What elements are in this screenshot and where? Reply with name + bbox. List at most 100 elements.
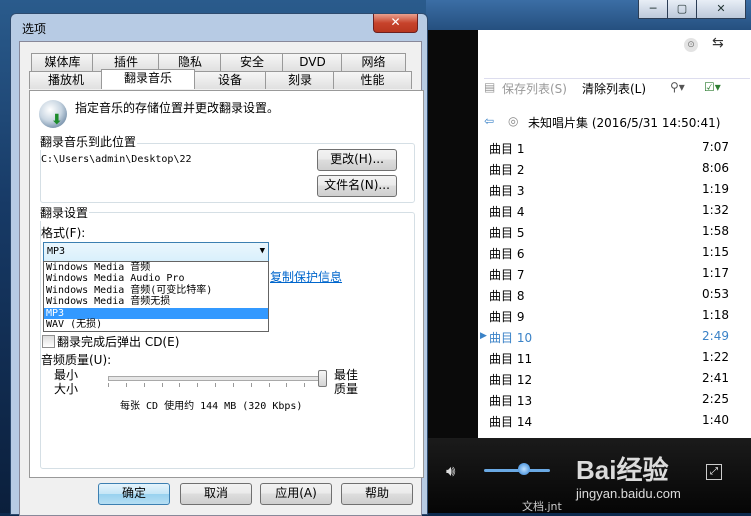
album-row[interactable]: ⇦ ◎ 未知唱片集 (2016/5/31 14:50:41)	[484, 114, 748, 132]
dialog-body: 媒体库 插件 隐私 安全 DVD 网络 播放机 翻录音乐 设备 刻录 性能 ⬇ …	[19, 41, 424, 516]
format-select-value: MP3	[47, 246, 66, 257]
tab-player[interactable]: 播放机	[29, 71, 103, 89]
track-row[interactable]: 曲目 11 1:22	[478, 348, 751, 369]
slider-tick	[304, 383, 306, 387]
eject-checkbox[interactable]	[42, 335, 55, 348]
now-playing-icon: ▶	[480, 331, 487, 341]
watermark-url: jingyan.baidu.com	[576, 486, 681, 501]
track-row[interactable]: 曲目 7 1:17	[478, 264, 751, 285]
media-player-window: ─ ▢ ✕ ⊙ ⇆ ▤ 保存列表(S) 清除列表(L) ⚲▾ ☑▾ ⇦ ◎ 未知…	[426, 0, 751, 513]
watermark: Bai经验 jingyan.baidu.com	[576, 450, 681, 501]
copy-protect-link[interactable]: 复制保护信息	[270, 268, 342, 285]
track-row[interactable]: 曲目 6 1:15	[478, 243, 751, 264]
slider-tick	[197, 383, 199, 387]
dialog-title-bar: 选项 ✕	[11, 14, 427, 40]
tab-security[interactable]: 安全	[220, 53, 284, 71]
track-row[interactable]: 曲目 2 8:06	[478, 159, 751, 180]
track-name: 曲目 6	[489, 247, 525, 261]
track-name: 曲目 12	[489, 373, 533, 387]
tab-dvd[interactable]: DVD	[282, 53, 343, 71]
tab-network[interactable]: 网络	[341, 53, 406, 71]
tab-rip-music[interactable]: 翻录音乐	[101, 69, 195, 89]
format-option[interactable]: Windows Media 音频(可变比特率)	[44, 285, 268, 296]
help-button[interactable]: 帮助	[341, 483, 413, 505]
options-dialog: 选项 ✕ 媒体库 插件 隐私 安全 DVD 网络 播放机 翻录音乐 设备 刻录 …	[10, 13, 428, 516]
tab-burn[interactable]: 刻录	[265, 71, 335, 89]
track-row[interactable]: 曲目 5 1:58	[478, 222, 751, 243]
format-select[interactable]: MP3 ▼	[43, 242, 269, 262]
player-close-button[interactable]: ✕	[696, 0, 746, 19]
switch-view-icon[interactable]: ⇆	[712, 35, 724, 51]
volume-knob[interactable]	[517, 463, 530, 475]
track-duration: 8:06	[702, 161, 729, 175]
volume-slider[interactable]	[484, 469, 550, 472]
change-location-button[interactable]: 更改(H)...	[317, 149, 397, 171]
slider-tick	[108, 383, 109, 387]
track-duration: 0:53	[702, 287, 729, 301]
volume-icon[interactable]: 🔊︎	[446, 462, 470, 480]
quality-slider-thumb[interactable]	[318, 370, 327, 387]
track-row[interactable]: 曲目 12 2:41	[478, 369, 751, 390]
slider-tick	[268, 383, 270, 387]
track-duration: 1:17	[702, 266, 729, 280]
track-row[interactable]: 曲目 13 2:25	[478, 390, 751, 411]
playlist-header: ⊙ ⇆	[478, 30, 751, 73]
search-icon[interactable]: ⊙	[684, 38, 698, 52]
page-description: 指定音乐的存储位置并更改翻录设置。	[75, 101, 280, 115]
rip-settings-title: 翻录设置	[39, 204, 90, 221]
format-dropdown-list: Windows Media 音频 Windows Media Audio Pro W…	[43, 261, 269, 332]
format-option[interactable]: Windows Media Audio Pro	[44, 273, 268, 284]
slider-tick	[286, 383, 288, 387]
tab-library[interactable]: 媒体库	[31, 53, 94, 71]
quality-info: 每张 CD 使用约 144 MB (320 Kbps)	[120, 401, 303, 412]
format-option[interactable]: MP3	[44, 307, 268, 319]
track-row[interactable]: 曲目 14 1:40	[478, 411, 751, 432]
track-name: 曲目 3	[489, 184, 525, 198]
track-row[interactable]: 曲目 1 7:07	[478, 138, 751, 159]
minimize-button[interactable]: ─	[638, 0, 668, 19]
track-name: 曲目 14	[489, 415, 533, 429]
ok-button[interactable]: 确定	[98, 483, 170, 505]
rip-music-page: ⬇ 指定音乐的存储位置并更改翻录设置。 翻录音乐到此位置 C:\Users\ad…	[29, 90, 424, 478]
format-option[interactable]: Windows Media 音频	[44, 262, 268, 273]
save-list-button[interactable]: 保存列表(S)	[502, 80, 567, 97]
back-arrow-icon[interactable]: ⇦	[484, 114, 494, 128]
track-row[interactable]: 曲目 4 1:32	[478, 201, 751, 222]
playlist-panel: ⊙ ⇆ ▤ 保存列表(S) 清除列表(L) ⚲▾ ☑▾ ⇦ ◎ 未知唱片集 (2…	[478, 30, 751, 438]
now-playing-area	[426, 30, 478, 438]
track-duration: 2:25	[702, 392, 729, 406]
tab-performance[interactable]: 性能	[333, 71, 412, 89]
min-size-label-2: 大小	[54, 382, 79, 396]
track-name: 曲目 8	[489, 289, 525, 303]
chevron-down-icon: ▼	[259, 246, 265, 256]
list-options-icon[interactable]: ⚲▾	[670, 80, 685, 94]
cancel-button[interactable]: 取消	[180, 483, 252, 505]
clear-list-button[interactable]: 清除列表(L)	[582, 80, 646, 97]
player-controls: 🔊︎ Bai经验 jingyan.baidu.com ⤢ 文档.jnt	[426, 438, 751, 513]
track-row[interactable]: ▶ 曲目 10 2:49	[478, 327, 751, 348]
slider-tick	[179, 383, 181, 387]
album-title: 未知唱片集 (2016/5/31 14:50:41)	[528, 116, 721, 130]
track-name: 曲目 5	[489, 226, 525, 240]
tab-devices[interactable]: 设备	[193, 71, 267, 89]
maximize-button[interactable]: ▢	[667, 0, 697, 19]
slider-tick	[232, 383, 234, 387]
format-option[interactable]: Windows Media 音频无损	[44, 296, 268, 307]
apply-button[interactable]: 应用(A)	[260, 483, 332, 505]
track-name: 曲目 11	[489, 352, 533, 366]
track-row[interactable]: 曲目 8 0:53	[478, 285, 751, 306]
slider-tick	[161, 383, 163, 387]
dialog-close-button[interactable]: ✕	[373, 14, 418, 33]
expand-icon[interactable]: ⤢	[706, 464, 722, 480]
checklist-icon[interactable]: ☑▾	[704, 80, 721, 94]
dialog-title: 选项	[22, 22, 47, 36]
eject-label: 翻录完成后弹出 CD(E)	[57, 335, 180, 349]
format-option[interactable]: WAV (无损)	[44, 319, 268, 330]
save-list-icon: ▤	[484, 80, 496, 94]
quality-slider[interactable]	[108, 376, 324, 381]
filename-button[interactable]: 文件名(N)...	[317, 175, 397, 197]
track-row[interactable]: 曲目 9 1:18	[478, 306, 751, 327]
track-duration: 1:22	[702, 350, 729, 364]
player-title-bar: ─ ▢ ✕	[426, 0, 751, 30]
track-row[interactable]: 曲目 3 1:19	[478, 180, 751, 201]
